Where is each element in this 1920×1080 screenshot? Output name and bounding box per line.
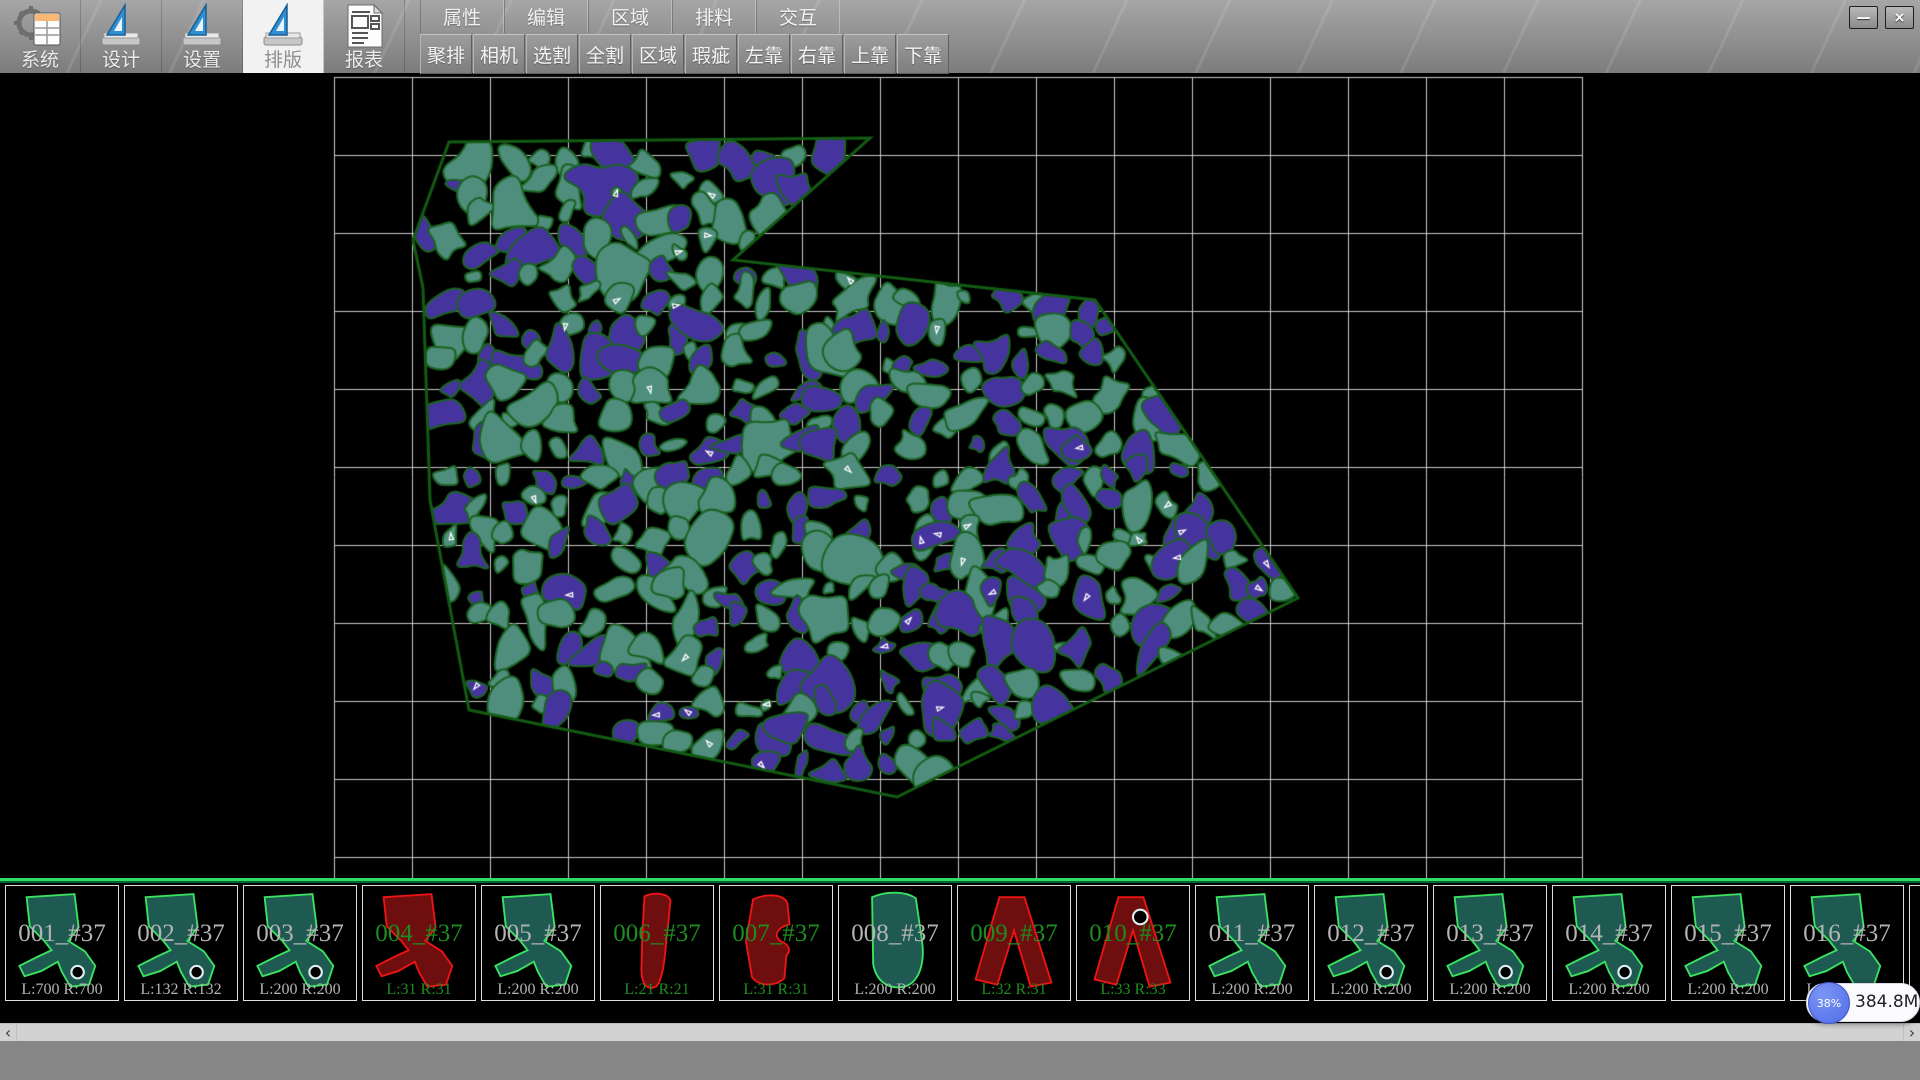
- settings-icon: [176, 3, 228, 49]
- thumbnail-item-2[interactable]: 002_#37 L:132 R:132: [124, 885, 238, 1001]
- piece-id-label: 014_#37: [1553, 920, 1665, 948]
- piece-id-label: 008_#37: [839, 920, 951, 948]
- piece-size-label: L:200 R:200: [1196, 981, 1308, 999]
- piece-id-label: 013_#37: [1434, 920, 1546, 948]
- thumbnail-item-9[interactable]: 009_#37 L:32 R:31: [957, 885, 1071, 1001]
- piece-size-label: L:200 R:200: [482, 981, 594, 999]
- close-button[interactable]: ×: [1885, 6, 1914, 29]
- thumbnail-item-12[interactable]: 012_#37 L:200 R:200: [1314, 885, 1428, 1001]
- main-toolbar: 系统设计设置排版报表 属性编辑区域排料交互 聚排相机选割全割区域瑕疵左靠右靠上靠…: [0, 0, 1920, 74]
- piece-id-label: 007_#37: [720, 920, 832, 948]
- app-tab-label: 排版: [264, 49, 302, 71]
- thumbnail-item-7[interactable]: 007_#37 L:31 R:31: [719, 885, 833, 1001]
- design-icon: [95, 3, 147, 49]
- thumbnail-item-4[interactable]: 004_#37 L:31 R:31: [362, 885, 476, 1001]
- scroll-left-arrow[interactable]: ‹: [0, 1024, 17, 1042]
- layout-icon: [257, 3, 309, 49]
- tool-button-row: 聚排相机选割全割区域瑕疵左靠右靠上靠下靠: [420, 34, 950, 73]
- menu-item-1[interactable]: 属性: [420, 0, 504, 33]
- tool-button-6[interactable]: 瑕疵: [685, 34, 737, 74]
- menu-item-4[interactable]: 排料: [672, 0, 756, 33]
- scroll-right-arrow[interactable]: ›: [1903, 1024, 1920, 1042]
- menu-bar: 属性编辑区域排料交互: [420, 0, 840, 33]
- piece-size-label: L:31 R:31: [720, 981, 832, 999]
- app-tab-design[interactable]: 设计: [81, 0, 162, 73]
- piece-id-label: 004_#37: [363, 920, 475, 948]
- app-tab-layout[interactable]: 排版: [243, 0, 324, 73]
- tool-button-10[interactable]: 下靠: [897, 34, 949, 74]
- piece-id-label: 015_#37: [1672, 920, 1784, 948]
- memory-value-label: 384.8M: [1855, 992, 1918, 1012]
- piece-size-label: L:132 R:132: [125, 981, 237, 999]
- app-tab-system[interactable]: 系统: [0, 0, 81, 73]
- piece-size-label: L:31 R:31: [363, 981, 475, 999]
- tool-button-4[interactable]: 全割: [579, 34, 631, 74]
- minimize-button[interactable]: —: [1849, 6, 1878, 29]
- piece-id-label: 003_#37: [244, 920, 356, 948]
- tool-button-7[interactable]: 左靠: [738, 34, 790, 74]
- piece-size-label: L:200 R:200: [1553, 981, 1665, 999]
- thumbnail-item-8[interactable]: 008_#37 L:200 R:200: [838, 885, 952, 1001]
- app-tab-label: 系统: [21, 49, 59, 71]
- menu-item-5[interactable]: 交互: [756, 0, 840, 33]
- piece-size-label: L:33 R:33: [1077, 981, 1189, 999]
- report-icon: [338, 3, 390, 49]
- thumbnail-item-10[interactable]: 010_#37 L:33 R:33: [1076, 885, 1190, 1001]
- thumbnail-item-15[interactable]: 015_#37 L:200 R:200: [1671, 885, 1785, 1001]
- thumbnail-item-1[interactable]: 001_#37 L:700 R:700: [5, 885, 119, 1001]
- tool-button-3[interactable]: 选割: [526, 34, 578, 74]
- piece-size-label: L:200 R:200: [1315, 981, 1427, 999]
- thumbnail-item-6[interactable]: 006_#37 L:21 R:21: [600, 885, 714, 1001]
- app-tab-report[interactable]: 报表: [324, 0, 405, 73]
- piece-id-label: 016_#37: [1791, 920, 1903, 948]
- piece-id-label: 006_#37: [601, 920, 713, 948]
- status-band: [0, 1041, 1920, 1080]
- menu-item-2[interactable]: 编辑: [504, 0, 588, 33]
- piece-id-label: 009_#37: [958, 920, 1070, 948]
- piece-size-label: L:200 R:200: [839, 981, 951, 999]
- thumbnail-item-13[interactable]: 013_#37 L:200 R:200: [1433, 885, 1547, 1001]
- thumbnail-item-14[interactable]: 014_#37 L:200 R:200: [1552, 885, 1666, 1001]
- thumbnail-item-3[interactable]: 003_#37 L:200 R:200: [243, 885, 357, 1001]
- thumbnail-item-5[interactable]: 005_#37 L:200 R:200: [481, 885, 595, 1001]
- menu-item-3[interactable]: 区域: [588, 0, 672, 33]
- horizontal-scrollbar[interactable]: ‹ ›: [0, 1023, 1920, 1042]
- app-tab-label: 报表: [345, 49, 383, 71]
- piece-size-label: L:200 R:200: [244, 981, 356, 999]
- tool-button-8[interactable]: 右靠: [791, 34, 843, 74]
- piece-size-label: L:200 R:200: [1672, 981, 1784, 999]
- piece-size-label: L:32 R:31: [958, 981, 1070, 999]
- system-icon: [14, 3, 66, 49]
- piece-id-label: 012_#37: [1315, 920, 1427, 948]
- app-tab-strip: 系统 设计 设置 排版 报表: [0, 0, 405, 73]
- piece-id-label: 001_#37: [6, 920, 118, 948]
- piece-id-label: 011_#37: [1196, 920, 1308, 948]
- piece-size-label: L:700 R:700: [6, 981, 118, 999]
- app-tab-label: 设计: [102, 49, 140, 71]
- memory-usage-badge: 38% 384.8M: [1806, 983, 1920, 1022]
- nesting-canvas[interactable]: [0, 73, 1920, 878]
- piece-size-label: L:21 R:21: [601, 981, 713, 999]
- piece-id-label: 002_#37: [125, 920, 237, 948]
- app-tab-label: 设置: [183, 49, 221, 71]
- application-window: 系统设计设置排版报表 属性编辑区域排料交互 聚排相机选割全割区域瑕疵左靠右靠上靠…: [0, 0, 1920, 1080]
- app-tab-settings[interactable]: 设置: [162, 0, 243, 73]
- tool-button-9[interactable]: 上靠: [844, 34, 896, 74]
- thumbnail-item-11[interactable]: 011_#37 L:200 R:200: [1195, 885, 1309, 1001]
- window-controls: — ×: [1849, 6, 1914, 29]
- piece-id-label: 005_#37: [482, 920, 594, 948]
- thumbnail-item-17[interactable]: [1909, 885, 1920, 1001]
- thumbnail-strip: 001_#37 L:700 R:700 002_#37 L:132 R:132 …: [0, 878, 1920, 1002]
- piece-id-label: 010_#37: [1077, 920, 1189, 948]
- tool-button-5[interactable]: 区域: [632, 34, 684, 74]
- tool-button-1[interactable]: 聚排: [420, 34, 472, 74]
- tool-button-2[interactable]: 相机: [473, 34, 525, 74]
- piece-shape: [1914, 888, 1920, 998]
- memory-percent-indicator: 38%: [1808, 982, 1850, 1024]
- piece-size-label: L:200 R:200: [1434, 981, 1546, 999]
